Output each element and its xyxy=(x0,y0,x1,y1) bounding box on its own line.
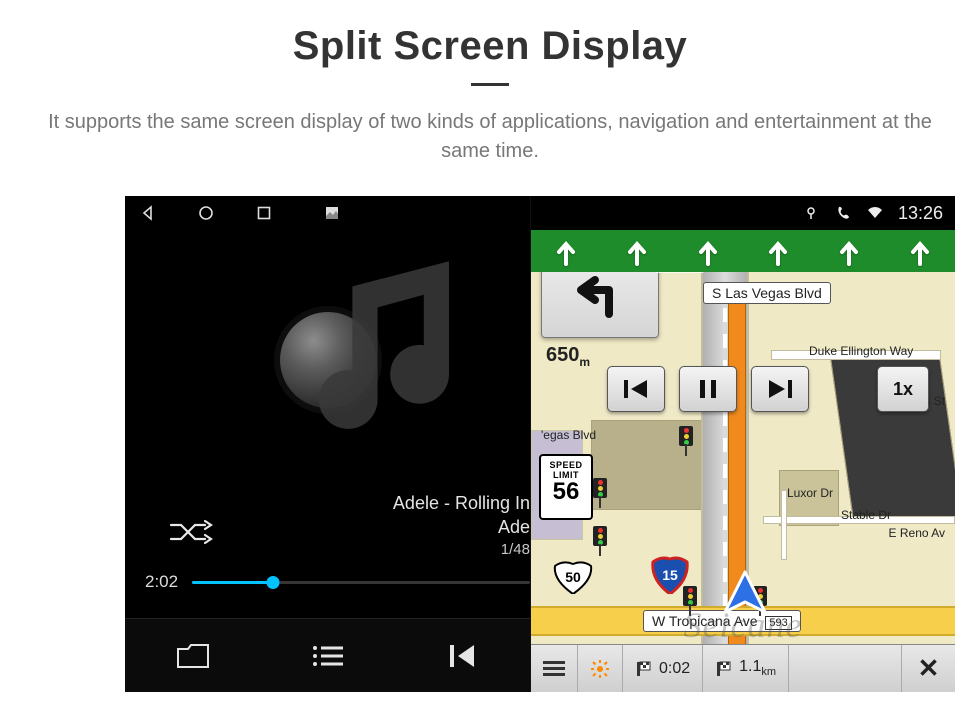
flag-icon xyxy=(635,660,653,678)
music-note-icon xyxy=(302,236,512,446)
clock-time: 13:26 xyxy=(898,203,943,224)
page-title: Split Screen Display xyxy=(0,24,980,69)
svg-text:15: 15 xyxy=(662,567,678,583)
sim-prev-button[interactable] xyxy=(607,366,665,412)
device-screenshot: Adele - Rolling In Ade 1/48 2:02 xyxy=(125,196,955,692)
back-icon[interactable] xyxy=(139,204,157,222)
sim-pause-button[interactable] xyxy=(679,366,737,412)
nav-close-button[interactable]: ✕ xyxy=(901,645,955,692)
street-label: Luxor Dr xyxy=(779,484,841,502)
track-title: Adele - Rolling In xyxy=(393,491,530,515)
nav-bottom-bar: 0:02 1.1km ✕ xyxy=(531,644,955,692)
seek-bar[interactable] xyxy=(192,581,530,584)
turn-main-distance: 650m xyxy=(543,344,593,369)
title-underline xyxy=(471,83,509,86)
progress-row: 2:02 xyxy=(145,572,530,592)
page-subtitle: It supports the same screen display of t… xyxy=(0,108,980,166)
nav-eta-time: 0:02 xyxy=(623,645,703,692)
shuffle-button[interactable] xyxy=(167,517,213,552)
lane-arrow-icon xyxy=(555,236,577,266)
location-icon xyxy=(802,204,820,222)
elapsed-time: 2:02 xyxy=(145,572,178,592)
sim-next-button[interactable] xyxy=(751,366,809,412)
recents-icon[interactable] xyxy=(255,204,273,222)
vehicle-cursor-icon xyxy=(717,568,773,629)
lane-arrow-icon xyxy=(909,236,931,266)
playlist-icon[interactable] xyxy=(308,636,348,676)
highway-shield: 50 xyxy=(553,560,593,594)
album-art-area xyxy=(125,230,530,490)
navigation-pane: 13:26 S xyxy=(531,196,955,692)
interstate-shield: 15 xyxy=(651,556,691,590)
lane-arrow-icon xyxy=(626,236,648,266)
previous-track-icon[interactable] xyxy=(443,636,483,676)
svg-text:50: 50 xyxy=(565,569,581,585)
folder-icon[interactable] xyxy=(173,636,213,676)
android-statusbar: 13:26 xyxy=(531,196,955,230)
simulation-controls: 1x xyxy=(607,364,929,414)
android-navbar xyxy=(125,196,530,230)
flag-icon xyxy=(715,660,733,678)
street-label: 'egas Blvd xyxy=(533,426,604,444)
sim-speed-button[interactable]: 1x xyxy=(877,366,929,412)
street-label: E Reno Av xyxy=(881,524,953,542)
nav-settings-button[interactable] xyxy=(578,645,623,692)
street-label: Duke Ellington Way xyxy=(801,342,921,360)
nav-eta-distance: 1.1km xyxy=(703,645,789,692)
street-label: Stable Dr xyxy=(833,506,899,524)
track-index: 1/48 xyxy=(393,540,530,560)
turn-left-icon xyxy=(573,270,627,318)
music-bottom-bar xyxy=(125,618,530,692)
music-player-pane: Adele - Rolling In Ade 1/48 2:02 xyxy=(125,196,531,692)
speed-limit-sign: SPEED LIMIT 56 xyxy=(539,454,593,520)
lane-arrow-icon xyxy=(767,236,789,266)
track-metadata: Adele - Rolling In Ade 1/48 xyxy=(393,491,530,560)
lane-arrow-icon xyxy=(838,236,860,266)
picture-icon[interactable] xyxy=(323,204,341,222)
wifi-icon xyxy=(866,204,884,222)
phone-icon xyxy=(834,204,852,222)
home-icon[interactable] xyxy=(197,204,215,222)
lane-arrow-icon xyxy=(697,236,719,266)
street-label: S Las Vegas Blvd xyxy=(703,282,831,304)
track-artist: Ade xyxy=(393,515,530,539)
lane-guidance-bar xyxy=(531,230,955,272)
nav-menu-button[interactable] xyxy=(531,645,578,692)
